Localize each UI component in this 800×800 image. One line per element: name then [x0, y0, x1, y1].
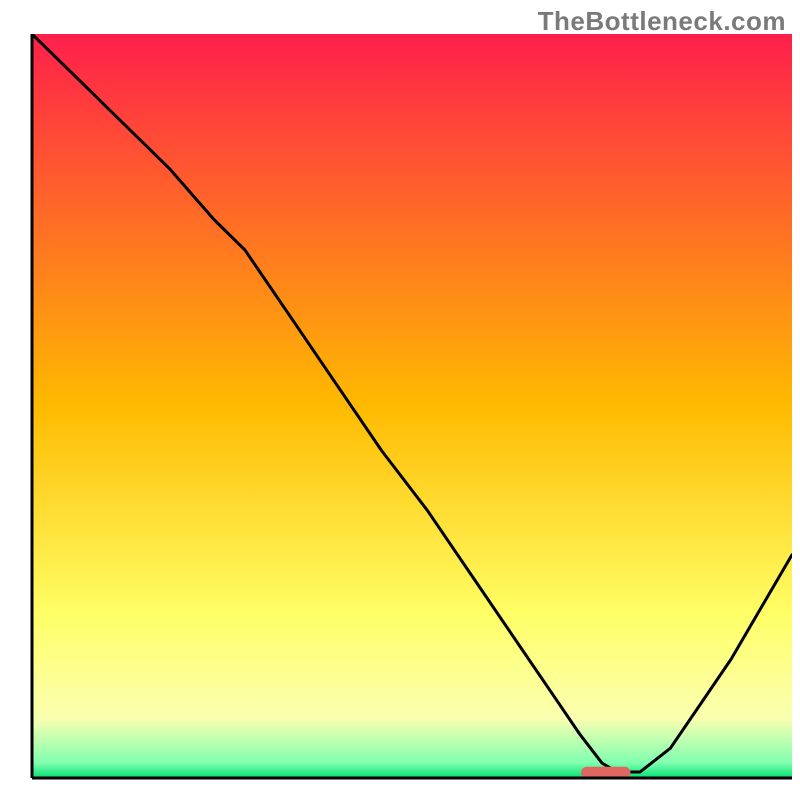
watermark-text: TheBottleneck.com	[538, 6, 786, 37]
chart-frame: TheBottleneck.com	[0, 0, 800, 800]
bottleneck-chart	[0, 0, 800, 800]
